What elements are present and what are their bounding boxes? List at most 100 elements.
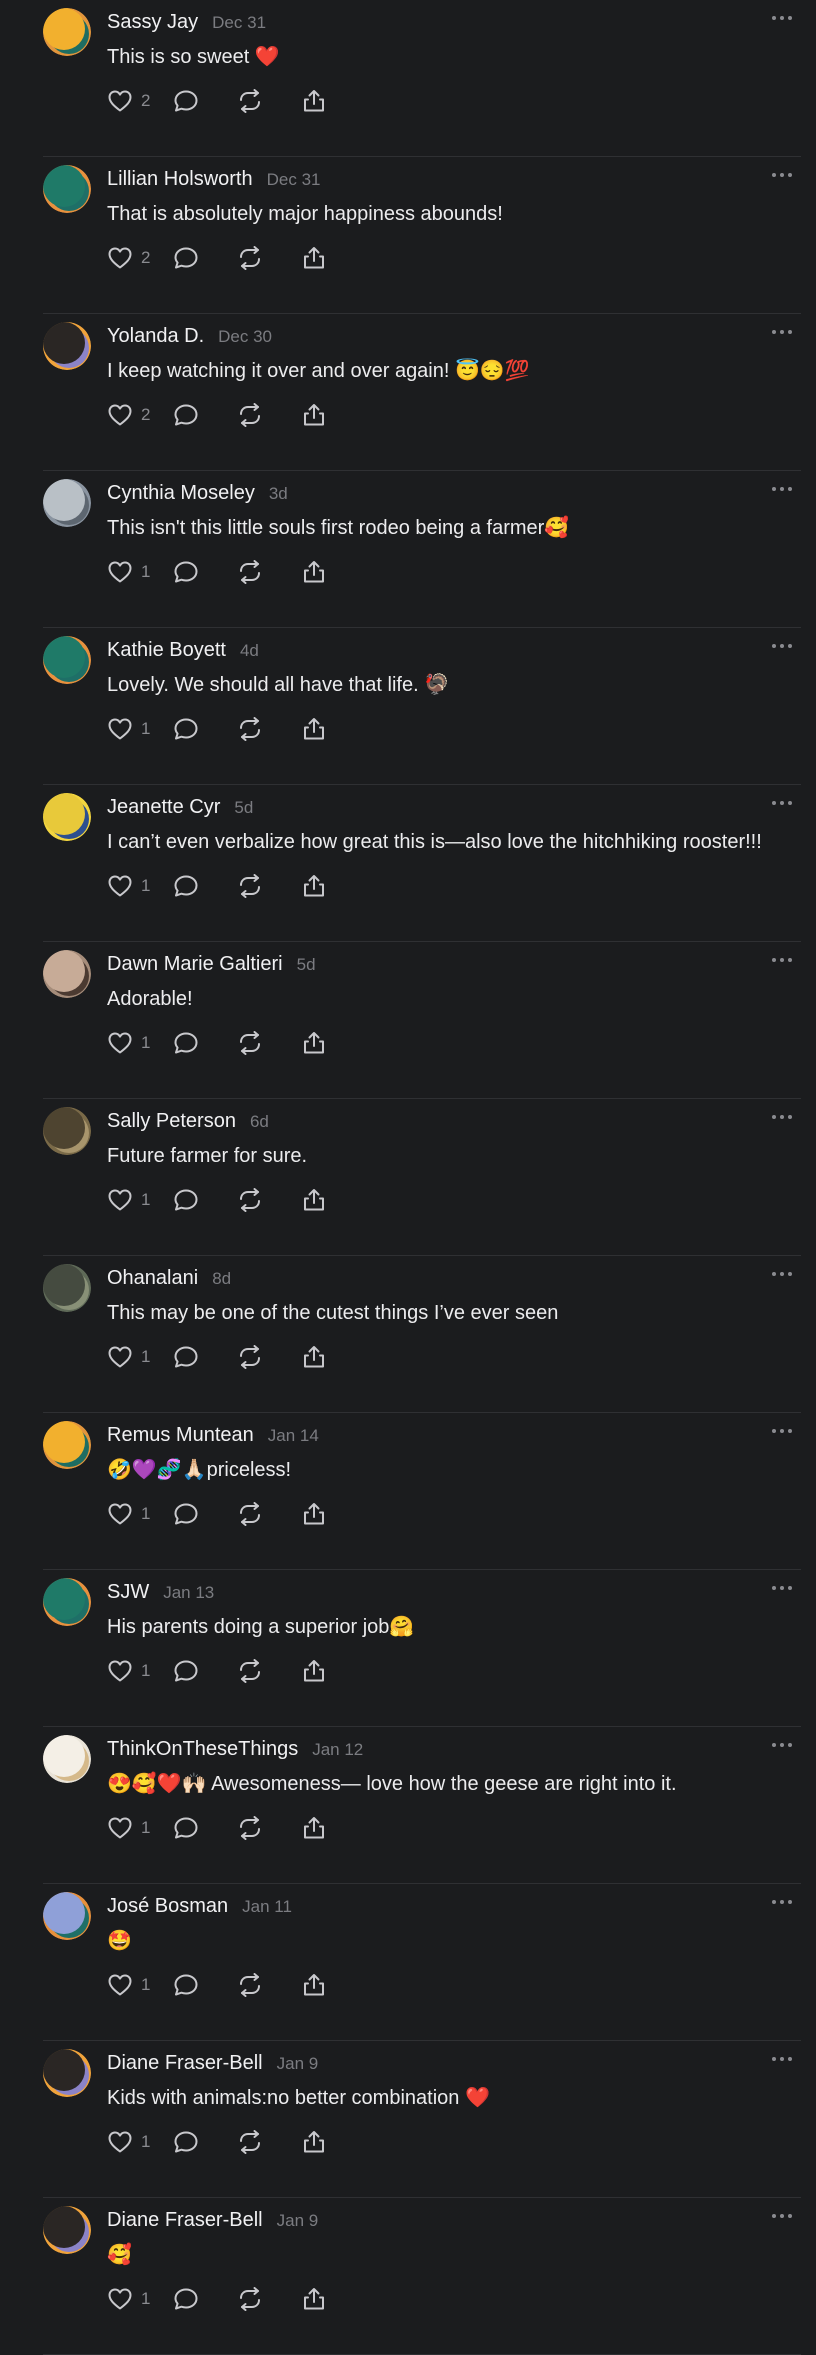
author-name[interactable]: Sally Peterson — [107, 1110, 236, 1133]
reply-button[interactable] — [173, 1502, 237, 1526]
avatar[interactable] — [43, 479, 91, 527]
share-button[interactable] — [301, 1502, 341, 1526]
author-name[interactable]: SJW — [107, 1581, 149, 1604]
reply-button[interactable] — [173, 2130, 237, 2154]
like-button[interactable]: 2 — [107, 89, 173, 113]
more-options-button[interactable] — [765, 2045, 799, 2073]
more-options-button[interactable] — [765, 1888, 799, 1916]
reply-button[interactable] — [173, 89, 237, 113]
like-button[interactable]: 1 — [107, 1659, 173, 1683]
repost-button[interactable] — [237, 1973, 301, 1997]
repost-button[interactable] — [237, 874, 301, 898]
avatar[interactable] — [43, 322, 91, 370]
avatar[interactable] — [43, 1735, 91, 1783]
like-button[interactable]: 2 — [107, 403, 173, 427]
repost-button[interactable] — [237, 717, 301, 741]
author-name[interactable]: Yolanda D. — [107, 325, 204, 348]
avatar[interactable] — [43, 1421, 91, 1469]
share-button[interactable] — [301, 874, 341, 898]
more-options-button[interactable] — [765, 632, 799, 660]
author-name[interactable]: Lillian Holsworth — [107, 168, 253, 191]
reply-button[interactable] — [173, 1659, 237, 1683]
like-button[interactable]: 1 — [107, 1188, 173, 1212]
reply-button[interactable] — [173, 717, 237, 741]
like-button[interactable]: 1 — [107, 1502, 173, 1526]
share-button[interactable] — [301, 2130, 341, 2154]
like-button[interactable]: 1 — [107, 1973, 173, 1997]
author-name[interactable]: Remus Muntean — [107, 1424, 254, 1447]
more-options-button[interactable] — [765, 475, 799, 503]
repost-button[interactable] — [237, 1502, 301, 1526]
reply-button[interactable] — [173, 2287, 237, 2311]
like-button[interactable]: 1 — [107, 560, 173, 584]
reply-button[interactable] — [173, 403, 237, 427]
more-options-button[interactable] — [765, 318, 799, 346]
reply-button[interactable] — [173, 1031, 237, 1055]
repost-button[interactable] — [237, 1188, 301, 1212]
more-options-button[interactable] — [765, 4, 799, 32]
reply-button[interactable] — [173, 246, 237, 270]
like-button[interactable]: 1 — [107, 1345, 173, 1369]
avatar[interactable] — [43, 636, 91, 684]
share-button[interactable] — [301, 560, 341, 584]
author-name[interactable]: Jeanette Cyr — [107, 796, 220, 819]
avatar[interactable] — [43, 1892, 91, 1940]
like-button[interactable]: 2 — [107, 246, 173, 270]
reply-button[interactable] — [173, 1188, 237, 1212]
like-button[interactable]: 1 — [107, 874, 173, 898]
reply-button[interactable] — [173, 1816, 237, 1840]
share-button[interactable] — [301, 403, 341, 427]
avatar[interactable] — [43, 2206, 91, 2254]
author-name[interactable]: ThinkOnTheseThings — [107, 1738, 298, 1761]
avatar[interactable] — [43, 2049, 91, 2097]
like-button[interactable]: 1 — [107, 2287, 173, 2311]
like-button[interactable]: 1 — [107, 1031, 173, 1055]
like-button[interactable]: 1 — [107, 2130, 173, 2154]
repost-button[interactable] — [237, 246, 301, 270]
avatar[interactable] — [43, 950, 91, 998]
author-name[interactable]: Kathie Boyett — [107, 639, 226, 662]
like-button[interactable]: 1 — [107, 1816, 173, 1840]
share-button[interactable] — [301, 717, 341, 741]
repost-button[interactable] — [237, 2130, 301, 2154]
avatar[interactable] — [43, 1264, 91, 1312]
avatar[interactable] — [43, 793, 91, 841]
more-options-button[interactable] — [765, 1731, 799, 1759]
reply-button[interactable] — [173, 1345, 237, 1369]
reply-button[interactable] — [173, 560, 237, 584]
more-options-button[interactable] — [765, 1574, 799, 1602]
like-button[interactable]: 1 — [107, 717, 173, 741]
share-button[interactable] — [301, 1345, 341, 1369]
author-name[interactable]: José Bosman — [107, 1895, 228, 1918]
avatar[interactable] — [43, 1107, 91, 1155]
author-name[interactable]: Diane Fraser-Bell — [107, 2052, 263, 2075]
more-options-button[interactable] — [765, 161, 799, 189]
author-name[interactable]: Diane Fraser-Bell — [107, 2209, 263, 2232]
repost-button[interactable] — [237, 2287, 301, 2311]
share-button[interactable] — [301, 89, 341, 113]
author-name[interactable]: Cynthia Moseley — [107, 482, 255, 505]
avatar[interactable] — [43, 165, 91, 213]
repost-button[interactable] — [237, 403, 301, 427]
reply-button[interactable] — [173, 874, 237, 898]
share-button[interactable] — [301, 1659, 341, 1683]
reply-button[interactable] — [173, 1973, 237, 1997]
more-options-button[interactable] — [765, 789, 799, 817]
more-options-button[interactable] — [765, 1417, 799, 1445]
more-options-button[interactable] — [765, 946, 799, 974]
share-button[interactable] — [301, 1973, 341, 1997]
avatar[interactable] — [43, 8, 91, 56]
repost-button[interactable] — [237, 1031, 301, 1055]
share-button[interactable] — [301, 2287, 341, 2311]
more-options-button[interactable] — [765, 1260, 799, 1288]
share-button[interactable] — [301, 1816, 341, 1840]
more-options-button[interactable] — [765, 2202, 799, 2230]
repost-button[interactable] — [237, 89, 301, 113]
repost-button[interactable] — [237, 1816, 301, 1840]
author-name[interactable]: Sassy Jay — [107, 11, 198, 34]
more-options-button[interactable] — [765, 1103, 799, 1131]
share-button[interactable] — [301, 1188, 341, 1212]
share-button[interactable] — [301, 246, 341, 270]
author-name[interactable]: Dawn Marie Galtieri — [107, 953, 283, 976]
repost-button[interactable] — [237, 560, 301, 584]
